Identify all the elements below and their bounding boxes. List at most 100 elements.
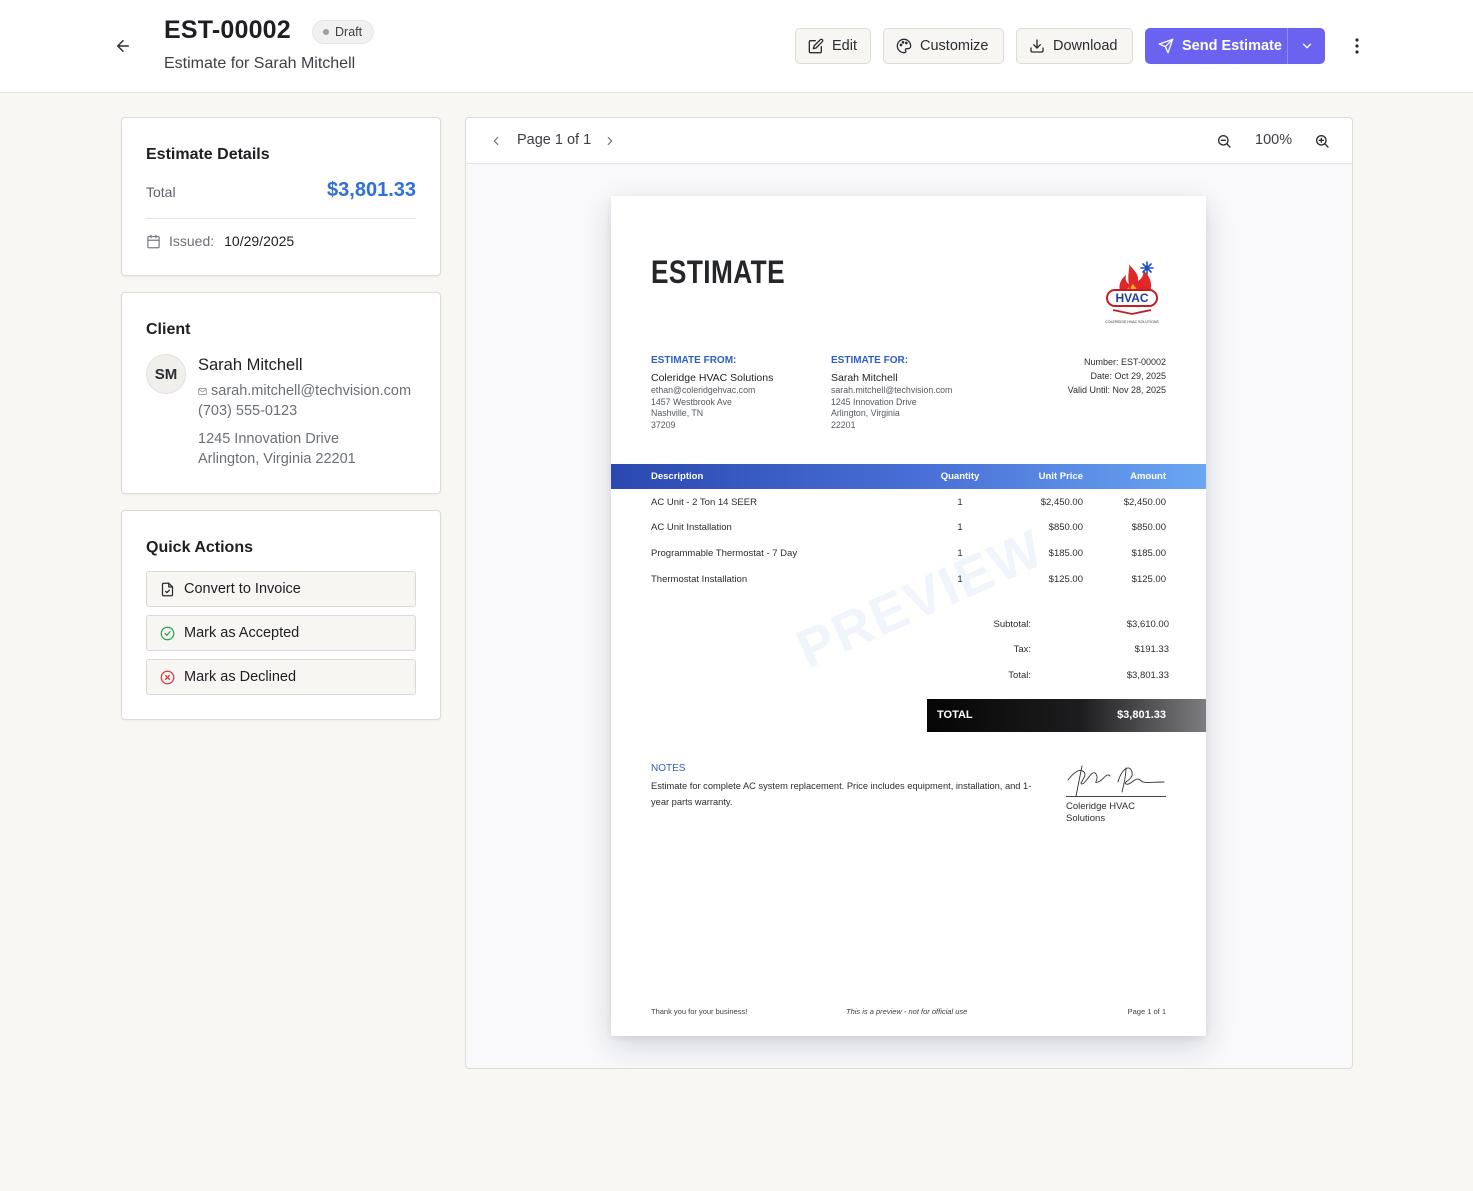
quick-actions-card: Quick Actions Convert to Invoice Mark as… (121, 510, 441, 720)
next-page-icon[interactable] (598, 129, 622, 153)
prev-page-icon[interactable] (484, 129, 508, 153)
meta-number: Number: EST-00002 (1083, 357, 1166, 367)
signature-image (1066, 758, 1166, 798)
from-city: Nashville, TN (651, 408, 704, 418)
send-estimate-button[interactable]: Send Estimate (1145, 28, 1325, 64)
estimate-details-title: Estimate Details (146, 146, 270, 163)
total-label: Total (146, 184, 176, 200)
item-unit-price: $2,450.00 (1040, 497, 1083, 508)
for-city: Arlington, Virginia (831, 408, 900, 418)
hvac-logo: HVAC COLERIDGE HVAC SOLUTIONS (1099, 258, 1165, 326)
client-card: Client SM Sarah Mitchell sarah.mitchell@… (121, 292, 441, 494)
item-amount: $185.00 (1131, 548, 1166, 559)
download-icon (1029, 38, 1045, 54)
convert-to-invoice-label: Convert to Invoice (184, 581, 301, 597)
items-table-header: Description Quantity Unit Price Amount (611, 464, 1206, 489)
item-amount: $125.00 (1131, 574, 1166, 585)
notes-label: NOTES (651, 763, 686, 774)
signature-name: Coleridge HVAC Solutions (1066, 801, 1135, 824)
doc-total-label: Total: (1008, 670, 1031, 681)
file-icon (160, 582, 175, 597)
edit-button[interactable]: Edit (795, 28, 871, 64)
client-phone: (703) 555-0123 (198, 403, 298, 419)
client-email-row: sarah.mitchell@techvision.com (198, 383, 411, 399)
for-street: 1245 Innovation Drive (831, 396, 917, 407)
check-circle-icon (160, 626, 175, 641)
back-arrow-icon[interactable] (108, 31, 138, 61)
mark-declined-button[interactable]: Mark as Declined (146, 659, 416, 695)
from-street: 1457 Westbrook Ave (651, 396, 732, 407)
table-row: Programmable Thermostat - 7 Day 1 $185.0… (611, 541, 1206, 567)
client-address-line2: Arlington, Virginia 22201 (198, 451, 356, 467)
from-email: ethan@coleridgehvac.com (651, 385, 756, 395)
footer-page-number: Page 1 of 1 (1127, 1007, 1166, 1016)
zoom-out-icon[interactable] (1212, 129, 1236, 153)
download-button[interactable]: Download (1016, 28, 1133, 64)
item-description: Thermostat Installation (651, 574, 748, 585)
signature-line (1066, 796, 1166, 797)
zoom-in-icon[interactable] (1310, 129, 1334, 153)
send-options-toggle[interactable] (1287, 28, 1325, 64)
send-icon (1158, 38, 1174, 54)
more-options-icon[interactable] (1344, 32, 1370, 60)
for-zip: 22201 (831, 419, 856, 430)
footer-preview-note: This is a preview - not for official use (846, 1007, 968, 1016)
mark-accepted-button[interactable]: Mark as Accepted (146, 615, 416, 651)
from-name: Coleridge HVAC Solutions (651, 372, 774, 384)
zoom-level: 100% (1255, 132, 1293, 148)
from-zip: 37209 (651, 419, 676, 430)
customize-label: Customize (920, 38, 989, 54)
col-quantity: Quantity (940, 471, 980, 482)
item-quantity: 1 (957, 497, 963, 508)
client-email: sarah.mitchell@techvision.com (211, 383, 412, 399)
status-label: Draft (335, 25, 363, 39)
edit-label: Edit (832, 38, 857, 54)
preview-panel: Page 1 of 1 100% ESTIMATE HVAC COLERIDGE… (465, 117, 1353, 1069)
convert-to-invoice-button[interactable]: Convert to Invoice (146, 571, 416, 607)
chevron-down-icon (1300, 39, 1314, 53)
item-amount: $2,450.00 (1123, 497, 1166, 508)
customize-button[interactable]: Customize (883, 28, 1004, 64)
for-email: sarah.mitchell@techvision.com (831, 385, 953, 395)
divider (146, 218, 416, 219)
issued-label: Issued: (169, 233, 215, 249)
issued-row: Issued: 10/29/2025 (146, 233, 294, 249)
grand-total-value: $3,801.33 (1117, 709, 1166, 721)
client-title: Client (146, 321, 191, 338)
send-estimate-main[interactable]: Send Estimate (1145, 28, 1287, 64)
estimate-meta: Number: EST-00002 Date: Oct 29, 2025 Val… (1068, 355, 1166, 397)
preview-toolbar: Page 1 of 1 100% (466, 118, 1352, 164)
col-amount: Amount (1130, 471, 1166, 482)
total-value: $3,801.33 (327, 179, 416, 201)
mark-accepted-label: Mark as Accepted (184, 625, 300, 641)
item-description: AC Unit - 2 Ton 14 SEER (651, 497, 757, 508)
client-name: Sarah Mitchell (198, 356, 303, 374)
tax-label: Tax: (1013, 644, 1031, 655)
meta-valid-until: Valid Until: Nov 28, 2025 (1067, 385, 1166, 395)
estimate-from-label: ESTIMATE FROM: (651, 355, 737, 366)
issued-date: 10/29/2025 (224, 233, 295, 249)
footer-thanks: Thank you for your business! (651, 1007, 748, 1016)
logo-text: HVAC (1115, 291, 1148, 305)
item-amount: $850.00 (1131, 522, 1166, 533)
client-address-line1: 1245 Innovation Drive (198, 431, 340, 447)
meta-date: Date: Oct 29, 2025 (1090, 371, 1166, 381)
page-indicator: Page 1 of 1 (517, 132, 592, 148)
mail-icon (198, 387, 207, 396)
page-title: EST-00002 (164, 16, 291, 44)
table-row: AC Unit Installation 1 $850.00 $850.00 (611, 515, 1206, 541)
page-subtitle: Estimate for Sarah Mitchell (164, 55, 356, 72)
status-dot-icon (323, 29, 329, 35)
estimate-details-card: Estimate Details Total $3,801.33 Issued:… (121, 117, 441, 276)
estimate-for-block: Sarah Mitchell sarah.mitchell@techvision… (831, 371, 952, 431)
palette-icon (896, 38, 912, 54)
document-title: ESTIMATE (651, 254, 785, 290)
estimate-document: ESTIMATE HVAC COLERIDGE HVAC SOLUTIONS E… (611, 196, 1206, 1036)
mark-declined-label: Mark as Declined (184, 669, 297, 685)
status-badge: Draft (312, 20, 375, 44)
notes-text: Estimate for complete AC system replacem… (651, 781, 1032, 807)
avatar: SM (146, 354, 186, 394)
tax-value: $191.33 (1134, 644, 1169, 655)
grand-total-bar: TOTAL $3,801.33 (927, 699, 1206, 732)
page-header: EST-00002 Draft Estimate for Sarah Mitch… (0, 0, 1473, 93)
